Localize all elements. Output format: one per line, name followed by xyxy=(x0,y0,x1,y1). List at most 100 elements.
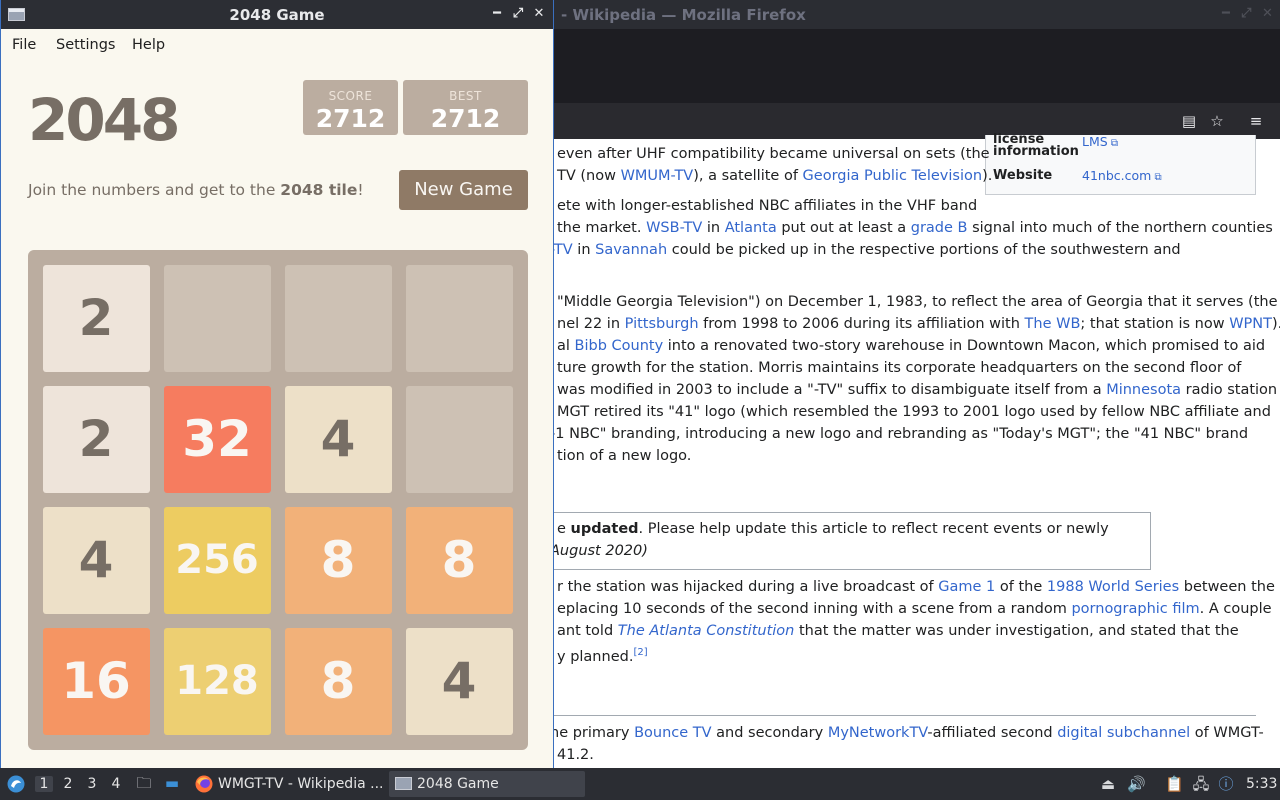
article-link[interactable]: Game 1 xyxy=(938,579,995,595)
article-link[interactable]: Pittsburgh xyxy=(625,316,699,332)
taskbar: 1 2 3 4 🗀 ▬ WMGT-TV - Wikipedia ... 2048… xyxy=(0,768,1280,800)
firefox-icon xyxy=(195,775,213,793)
article-link[interactable]: Atlanta xyxy=(725,220,777,236)
section-divider xyxy=(540,715,1256,716)
article-line: nel 22 in Pittsburgh from 1998 to 2006 d… xyxy=(557,316,1280,332)
tile-8: 8 xyxy=(405,506,513,614)
tile-8: 8 xyxy=(284,506,392,614)
window-icon xyxy=(395,777,412,790)
start-menu-icon[interactable] xyxy=(6,774,26,794)
reader-view-icon[interactable]: ▤ xyxy=(1180,112,1198,130)
article-link[interactable]: MyNetworkTV xyxy=(828,725,928,741)
storage-icon[interactable]: ⏏ xyxy=(1099,775,1117,793)
infobox-label: Website xyxy=(993,168,1053,183)
maximize-icon[interactable]: ⤢ xyxy=(510,6,526,22)
article-link[interactable]: Savannah xyxy=(595,242,667,258)
taskbar-item-label: 2048 Game xyxy=(417,776,499,792)
article-link[interactable]: The WB xyxy=(1025,316,1081,332)
infobox-link[interactable]: LMS ⧉ xyxy=(1082,135,1118,151)
game-window: 2048 Game ━ ⤢ ✕ File Settings Help 2048 … xyxy=(0,0,554,768)
close-icon[interactable]: ✕ xyxy=(1262,6,1273,21)
best-box: BEST 2712 xyxy=(403,80,528,135)
article-line: even after UHF compatibility became univ… xyxy=(557,146,990,162)
tile-2: 2 xyxy=(42,385,150,493)
workspace-3[interactable]: 3 xyxy=(83,776,101,792)
article-line: ete with longer-established NBC affiliat… xyxy=(557,198,978,214)
hamburger-menu-icon[interactable]: ≡ xyxy=(1247,112,1265,130)
workspace-1[interactable]: 1 xyxy=(35,776,53,792)
infobox: license information LMS ⧉ Website 41nbc.… xyxy=(985,133,1256,195)
file-manager-icon[interactable]: 🗀 xyxy=(135,774,153,792)
article-link[interactable]: Georgia Public Television xyxy=(803,168,983,184)
workspace-4[interactable]: 4 xyxy=(107,776,125,792)
menubar: File Settings Help xyxy=(1,29,553,60)
best-value: 2712 xyxy=(430,104,501,133)
article-line: 41.2. xyxy=(557,747,594,763)
article-link[interactable]: pornographic film xyxy=(1071,601,1199,617)
article-line: eplacing 10 seconds of the second inning… xyxy=(557,601,1272,617)
network-icon[interactable]: 🖧 xyxy=(1192,775,1210,793)
clipboard-icon[interactable]: 📋 xyxy=(1165,775,1184,793)
minimize-icon[interactable]: ━ xyxy=(1222,6,1230,21)
article-line: -TV in Savannah could be picked up in th… xyxy=(550,242,1181,258)
article-link[interactable]: 1988 World Series xyxy=(1047,579,1179,595)
bookmark-star-icon[interactable]: ☆ xyxy=(1208,112,1226,130)
article-line: TV (now WMUM-TV), a satellite of Georgia… xyxy=(557,168,993,184)
close-icon[interactable]: ✕ xyxy=(531,6,547,22)
maximize-icon[interactable]: ⤢ xyxy=(1241,6,1251,21)
score-value: 2712 xyxy=(315,104,386,133)
game-titlebar[interactable]: 2048 Game ━ ⤢ ✕ xyxy=(1,0,553,29)
tile-8: 8 xyxy=(284,627,392,735)
article-line: tion of a new logo. xyxy=(557,448,692,464)
article-link[interactable]: Bounce TV xyxy=(634,725,711,741)
tile-128: 128 xyxy=(163,627,271,735)
article-link[interactable]: grade B xyxy=(911,220,968,236)
citation-link[interactable]: [2] xyxy=(633,647,647,658)
article-line: e updated. Please help update this artic… xyxy=(557,521,1109,537)
minimize-icon[interactable]: ━ xyxy=(489,6,505,22)
tile-4: 4 xyxy=(42,506,150,614)
article-link[interactable]: digital subchannel xyxy=(1057,725,1190,741)
article-line: -1 NBC" branding, introducing a new logo… xyxy=(550,426,1249,442)
tile-32: 32 xyxy=(163,385,271,493)
taskbar-item-label: WMGT-TV - Wikipedia ... xyxy=(218,776,384,792)
tile-2: 2 xyxy=(42,264,150,372)
best-label: BEST xyxy=(449,89,482,103)
tile-16: 16 xyxy=(42,627,150,735)
article-line: ant told The Atlanta Constitution that t… xyxy=(557,623,1239,639)
article-line: ture growth for the station. Morris main… xyxy=(557,360,1242,376)
article-line: August 2020) xyxy=(550,543,648,559)
tile-4: 4 xyxy=(405,627,513,735)
new-game-button[interactable]: New Game xyxy=(399,170,528,210)
article-link[interactable]: WPNT xyxy=(1229,316,1272,332)
game-intro: Join the numbers and get to the 2048 til… xyxy=(28,181,364,199)
clock: 5:33 xyxy=(1246,776,1278,792)
article-line: he primary Bounce TV and secondary MyNet… xyxy=(550,725,1264,741)
workspace-2[interactable]: 2 xyxy=(59,776,77,792)
volume-icon[interactable]: 🔊 xyxy=(1127,775,1146,793)
taskbar-item-firefox[interactable]: WMGT-TV - Wikipedia ... xyxy=(190,771,387,797)
menu-help[interactable]: Help xyxy=(132,37,165,53)
article-line: "Middle Georgia Television") on December… xyxy=(557,294,1278,310)
article-link[interactable]: Bibb County xyxy=(575,338,664,354)
score-label: SCORE xyxy=(328,89,373,103)
firefox-window-title: - Wikipedia — Mozilla Firefox xyxy=(561,6,806,24)
article-link[interactable]: WMUM-TV xyxy=(621,168,694,184)
article-link[interactable]: The Atlanta Constitution xyxy=(618,623,795,639)
game-board[interactable]: 2 2 32 4 4 256 8 8 16 128 8 4 xyxy=(28,250,528,750)
infobox-label: information xyxy=(993,144,1079,159)
desktop: - Wikipedia — Mozilla Firefox ━ ⤢ ✕ ▤ ☆ … xyxy=(0,0,1280,800)
desktop-icon[interactable]: ▬ xyxy=(163,774,181,792)
menu-file[interactable]: File xyxy=(12,37,36,53)
empty-cell xyxy=(284,264,392,372)
website-link[interactable]: 41nbc.com ⧉ xyxy=(1082,169,1162,185)
article-line: the market. WSB-TV in Atlanta put out at… xyxy=(557,220,1273,236)
menu-settings[interactable]: Settings xyxy=(56,37,115,53)
taskbar-item-2048[interactable]: 2048 Game xyxy=(389,771,585,797)
empty-cell xyxy=(163,264,271,372)
empty-cell xyxy=(405,385,513,493)
notification-icon[interactable]: ⓘ xyxy=(1217,775,1235,793)
article-link[interactable]: Minnesota xyxy=(1106,382,1181,398)
empty-cell xyxy=(405,264,513,372)
article-link[interactable]: WSB-TV xyxy=(646,220,702,236)
